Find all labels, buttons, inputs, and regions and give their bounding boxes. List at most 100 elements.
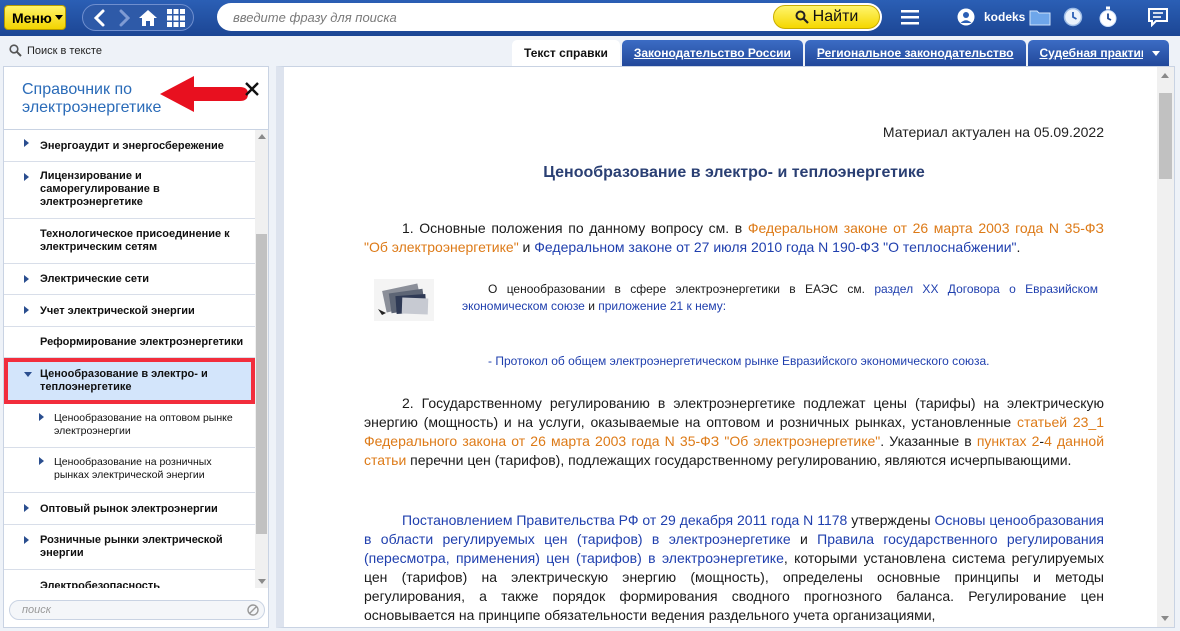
expand-triangle-icon xyxy=(24,275,29,283)
paragraph-text: 1. Основные положения по данному вопросу… xyxy=(402,220,748,236)
paragraph-2: 2. Государственному регулированию в элек… xyxy=(364,394,1104,470)
tree-item-label: Оптовый рынок электроэнергии xyxy=(40,503,218,515)
paragraph-text: О ценообразовании в сфере электроэнергет… xyxy=(488,282,875,296)
grid-icon[interactable] xyxy=(165,8,187,28)
paragraph-3: Постановлением Правительства РФ от 29 де… xyxy=(364,511,1104,625)
eaes-documents-icon xyxy=(374,279,434,321)
reference-sidebar: Справочник по электроэнергетике Энергоау… xyxy=(3,66,269,628)
link-protocol-common-market[interactable]: - Протокол об общем электроэнергетическо… xyxy=(488,352,1088,371)
find-label: Найти xyxy=(812,8,859,25)
document-view: Материал актуален на 05.09.2022 Ценообра… xyxy=(276,66,1175,628)
tree-item-label: Лицензирование и саморегулирование в эле… xyxy=(40,170,160,208)
menu-label: Меню xyxy=(12,9,52,26)
expand-triangle-icon xyxy=(24,306,29,314)
paragraph-text: 2. Государственному регулированию в элек… xyxy=(364,395,1104,430)
hamburger-menu-icon[interactable] xyxy=(900,8,920,26)
main-search-bar: Найти xyxy=(217,3,882,31)
scrollbar-thumb[interactable] xyxy=(256,234,267,534)
tree-item-label: Ценообразование на оптовом рынке электро… xyxy=(54,412,233,437)
find-button[interactable]: Найти xyxy=(773,5,880,29)
tree-item-energy-audit[interactable]: Энергоаудит и энергосбережение xyxy=(4,130,255,162)
expand-triangle-icon xyxy=(39,413,44,421)
link-federal-law-190fz[interactable]: Федеральном законе от 27 июля 2010 года … xyxy=(534,239,1016,255)
search-input[interactable] xyxy=(233,7,773,27)
secondary-toolbar: Поиск в тексте Текст справки Законодател… xyxy=(0,36,1180,66)
history-clock-icon[interactable] xyxy=(1063,7,1083,27)
tree-item-label: Энергоаудит и энергосбережение xyxy=(40,140,224,152)
expand-triangle-icon xyxy=(39,457,44,465)
scroll-up-icon[interactable] xyxy=(1161,73,1169,78)
tree-item-electrical-safety[interactable]: Электробезопасность xyxy=(4,570,255,588)
tree-item-label: Электробезопасность xyxy=(40,580,161,588)
tab-label: Региональное законодательство xyxy=(816,46,1014,60)
annotation-arrow-icon xyxy=(160,76,248,112)
clear-search-icon[interactable] xyxy=(247,604,259,616)
tree-item-retail-markets[interactable]: Розничные рынки электрической энергии xyxy=(4,525,255,570)
paragraph-text: утверждены xyxy=(847,512,935,528)
back-arrow-icon[interactable] xyxy=(89,8,111,28)
actuality-date: Материал актуален на 05.09.2022 xyxy=(882,124,1104,140)
collapse-triangle-icon xyxy=(24,372,32,377)
home-icon[interactable] xyxy=(137,8,159,28)
tree-item-wholesale-market[interactable]: Оптовый рынок электроэнергии xyxy=(4,493,255,525)
paragraph-text: . xyxy=(1016,239,1021,255)
tab-text-help[interactable]: Текст справки xyxy=(512,40,620,66)
nav-button-group xyxy=(82,4,194,31)
tab-label: Законодательство России xyxy=(633,46,791,60)
tree-item-pricing-selected[interactable]: Ценообразование в электро- и теплоэнерге… xyxy=(4,358,255,404)
sidebar-search-input[interactable] xyxy=(22,603,232,617)
scroll-down-icon[interactable] xyxy=(258,579,266,584)
tab-label: Текст справки xyxy=(524,46,608,60)
tree-item-electric-networks[interactable]: Электрические сети xyxy=(4,264,255,295)
paragraph-text: и xyxy=(518,239,535,255)
tab-regional-legislation[interactable]: Региональное законодательство xyxy=(804,40,1026,66)
chevron-down-icon xyxy=(54,15,63,20)
scrollbar-thumb[interactable] xyxy=(1159,93,1172,179)
link-items-2[interactable]: пунктах 2 xyxy=(977,433,1040,449)
tree-item-grid-connection[interactable]: Технологическое присоединение к электрич… xyxy=(4,219,255,264)
tree-item-label: Электрические сети xyxy=(40,273,150,285)
tree-item-reform[interactable]: Реформирование электроэнергетики xyxy=(4,327,255,358)
sidebar-scrollbar[interactable] xyxy=(255,130,268,588)
tab-label: Судебная практика xyxy=(1039,46,1154,60)
paragraph-text: и xyxy=(584,299,599,313)
eaes-note: О ценообразовании в сфере электроэнергет… xyxy=(462,281,1098,315)
expand-triangle-icon xyxy=(24,504,29,512)
document-scrollbar[interactable] xyxy=(1157,67,1174,627)
tab-russia-legislation[interactable]: Законодательство России xyxy=(621,40,803,66)
document-tabs: Текст справки Законодательство России Ре… xyxy=(512,40,1168,66)
close-icon[interactable] xyxy=(244,81,260,97)
forward-arrow-icon[interactable] xyxy=(113,8,135,28)
expand-triangle-icon xyxy=(24,536,29,544)
topic-tree: Энергоаудит и энергосбережение Лицензиро… xyxy=(4,130,255,588)
document-title: Ценообразование в электро- и теплоэнерге… xyxy=(543,164,925,181)
top-toolbar: Меню Найти xyxy=(0,0,1180,36)
tree-item-label: Учет электрической энергии xyxy=(40,305,195,317)
sidebar-search xyxy=(9,600,265,620)
paragraph-text: . Указанные в xyxy=(880,433,977,449)
link-annex-21[interactable]: приложение 21 к нему xyxy=(598,299,723,313)
tabs-more-dropdown[interactable] xyxy=(1143,40,1169,66)
tree-item-label: Ценообразование в электро- и теплоэнерге… xyxy=(40,368,208,393)
tree-item-energy-metering[interactable]: Учет электрической энергии xyxy=(4,295,255,327)
scroll-up-icon[interactable] xyxy=(258,134,266,139)
user-icon[interactable] xyxy=(957,8,975,26)
tree-item-label: Технологическое присоединение к электрич… xyxy=(40,228,230,253)
expand-triangle-icon xyxy=(24,139,29,147)
link-resolution-1178[interactable]: Постановлением Правительства РФ от 29 де… xyxy=(402,512,847,528)
magnifier-icon xyxy=(9,44,22,57)
search-in-text-button[interactable]: Поиск в тексте xyxy=(9,44,102,57)
paragraph-text: и xyxy=(790,531,818,547)
tree-subitem-wholesale-pricing[interactable]: Ценообразование на оптовом рынке электро… xyxy=(4,404,255,448)
user-name[interactable]: kodeks xyxy=(984,10,1025,24)
paragraph-text: : xyxy=(722,299,727,313)
menu-button[interactable]: Меню xyxy=(4,5,66,30)
tree-subitem-retail-pricing[interactable]: Ценообразование на розничных рынках элек… xyxy=(4,448,255,493)
paragraph-text: перечни цен (тарифов), подлежащих госуда… xyxy=(406,452,1072,468)
stopwatch-icon[interactable] xyxy=(1098,6,1118,28)
scroll-down-icon[interactable] xyxy=(1161,616,1169,621)
folder-icon[interactable] xyxy=(1029,8,1051,26)
feedback-chat-icon[interactable] xyxy=(1147,7,1169,27)
tree-item-label: Реформирование электроэнергетики xyxy=(40,336,244,348)
tree-item-licensing[interactable]: Лицензирование и саморегулирование в эле… xyxy=(4,162,255,219)
